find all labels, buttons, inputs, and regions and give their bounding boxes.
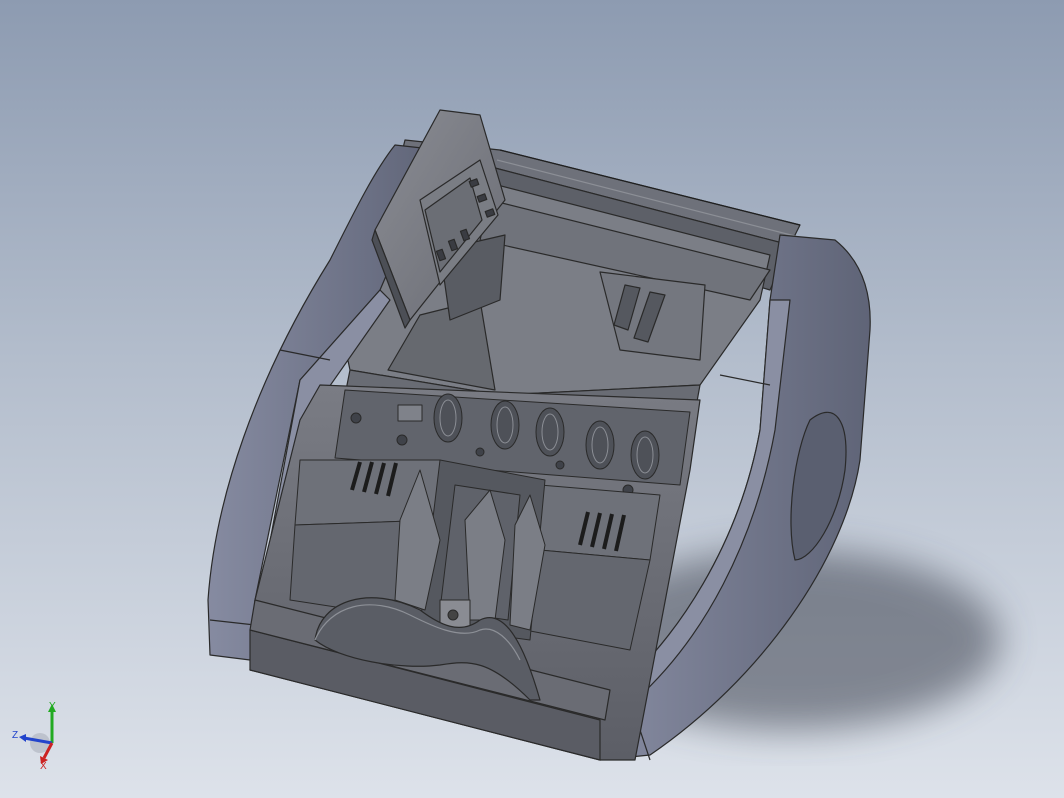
z-axis-label: Z xyxy=(12,730,18,741)
model-canvas[interactable] xyxy=(0,0,1064,798)
orientation-triad: Y Z X xyxy=(12,701,56,770)
z-axis-arrow xyxy=(19,734,26,742)
graphics-viewport[interactable]: Y Z X xyxy=(0,0,1064,798)
x-axis-label: X xyxy=(40,761,47,770)
y-axis-label: Y xyxy=(49,701,56,712)
